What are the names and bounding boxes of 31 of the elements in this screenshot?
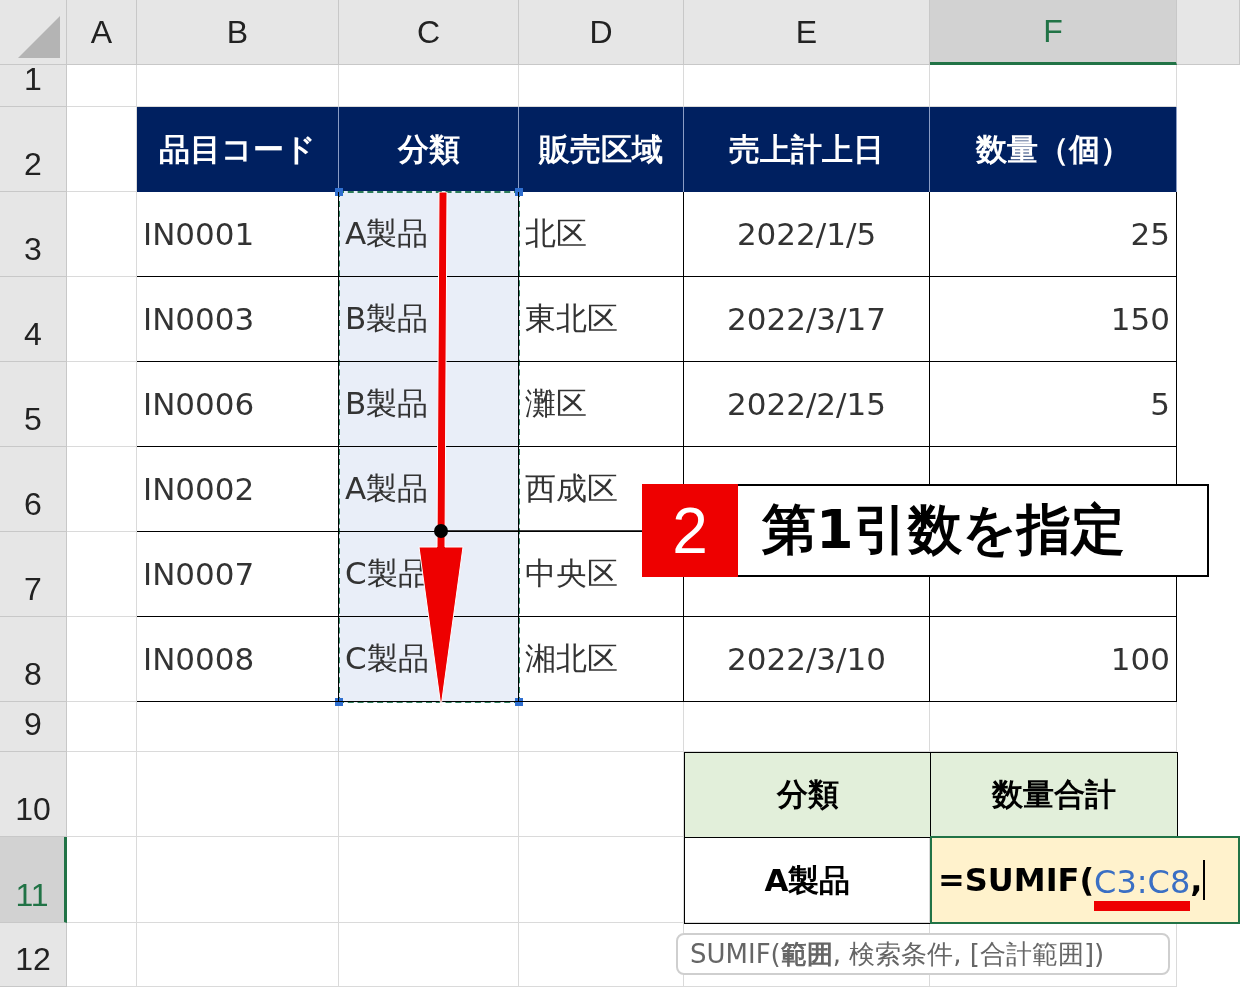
table-cell: 北区 [519, 192, 684, 277]
table-header-cell: 分類 [339, 107, 519, 192]
table-cell: 東北区 [519, 277, 684, 362]
formula-comma: , [1190, 861, 1203, 899]
table-cell: IN0002 [137, 447, 339, 532]
table-cell: 2022/3/10 [684, 617, 930, 702]
table-cell: 2022/1/5 [684, 192, 930, 277]
table-cell: IN0003 [137, 277, 339, 362]
summary-header-cell: 分類 [684, 752, 931, 838]
table-cell: IN0001 [137, 192, 339, 277]
table-cell: 25 [930, 192, 1177, 277]
table-header-cell: 売上計上日 [684, 107, 930, 192]
formula-text: =SUMIF( [938, 861, 1095, 899]
table-cell: IN0007 [137, 532, 339, 617]
table-header-cell: 品目コード [137, 107, 339, 192]
table-cell: IN0008 [137, 617, 339, 702]
table-cell: 2022/2/15 [684, 362, 930, 447]
range-reference: C3:C8 [1094, 863, 1191, 911]
summary-header-cell: 数量合計 [930, 752, 1178, 838]
table-cell: 湘北区 [519, 617, 684, 702]
callout-text: 第1引数を指定 [761, 497, 1125, 563]
table-cell: 灘区 [519, 362, 684, 447]
table-header-cell: 販売区域 [519, 107, 684, 192]
table-cell: 100 [930, 617, 1177, 702]
table-cell: 5 [930, 362, 1177, 447]
table-cell: 2022/3/17 [684, 277, 930, 362]
table-cell: IN0006 [137, 362, 339, 447]
function-tooltip: SUMIF(範囲, 検索条件, [合計範囲]) [676, 933, 1170, 975]
table-header-cell: 数量（個） [930, 107, 1177, 192]
table-cell: 150 [930, 277, 1177, 362]
step-number: 2 [642, 484, 738, 577]
